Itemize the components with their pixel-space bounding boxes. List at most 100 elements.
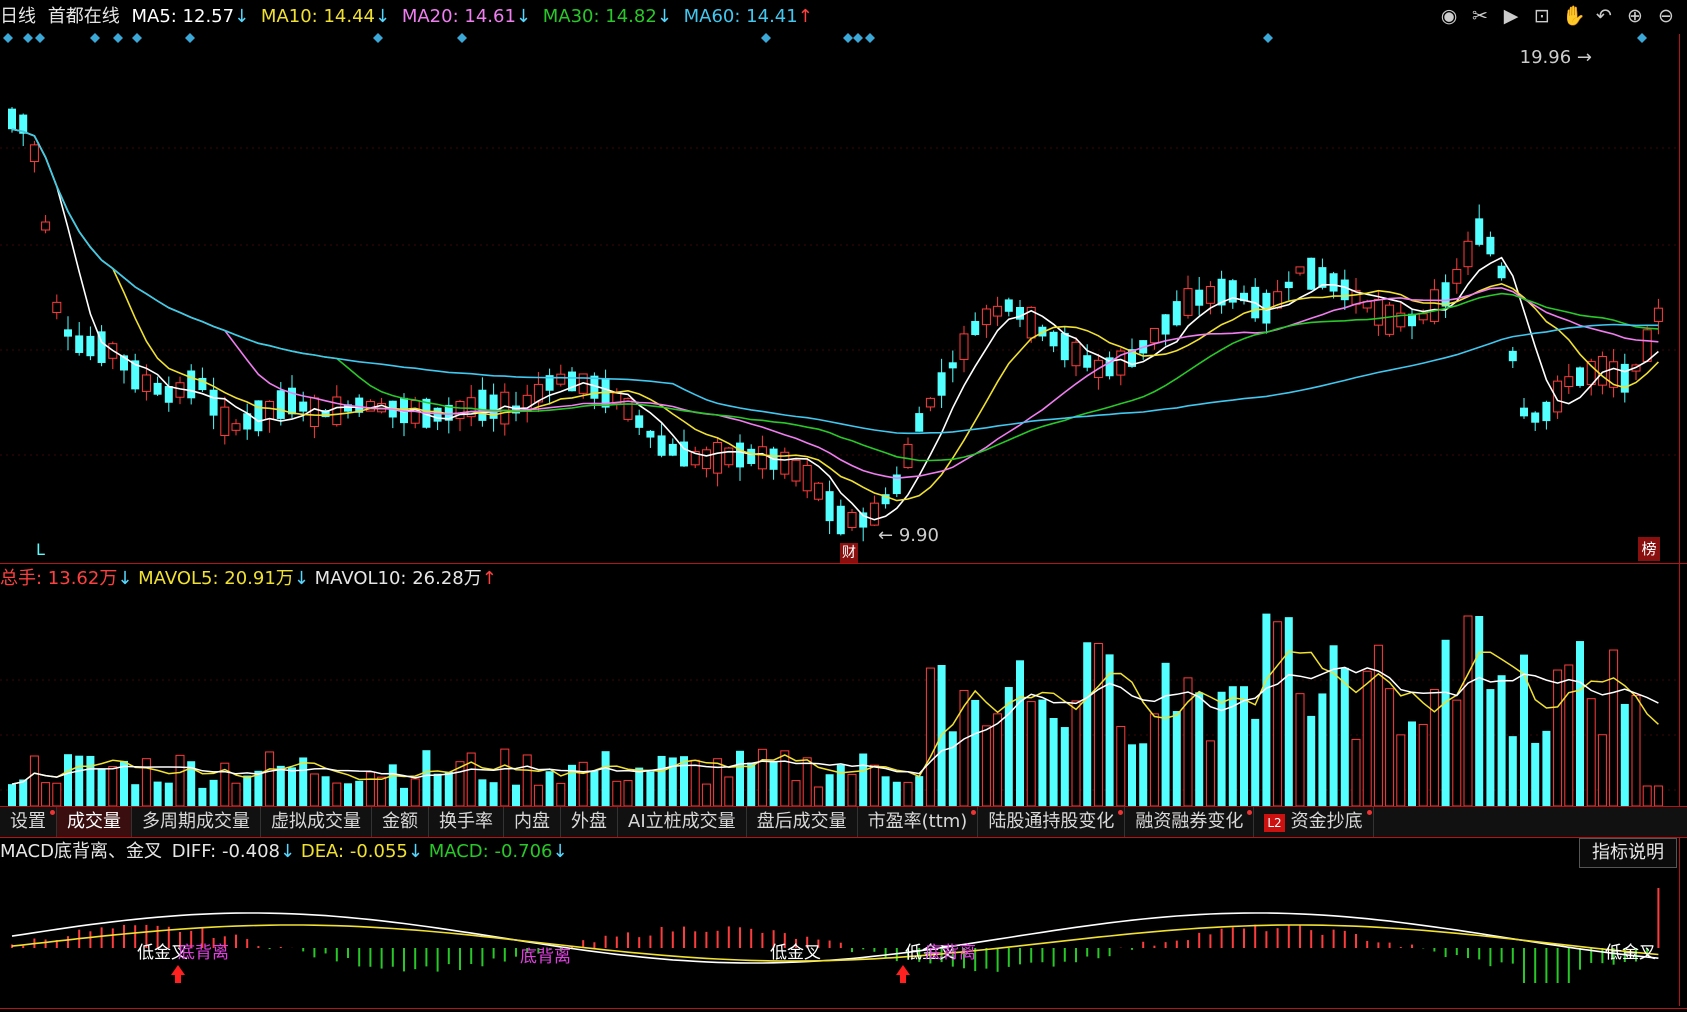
volume-bar xyxy=(321,776,330,806)
volume-bar xyxy=(299,757,308,806)
candle-body xyxy=(1373,298,1383,326)
volume-bar xyxy=(64,754,72,806)
indicator-tabs: 设置 成交量 多周期成交量 虚拟成交量 金额 换手率 内盘 外盘 AI立桩成交量 盘后成交量 市盈率… xyxy=(0,806,1687,838)
candle-body xyxy=(1083,355,1092,368)
candle-body xyxy=(1060,332,1069,361)
volume-bar xyxy=(1653,785,1663,807)
tab-label: AI立桩成交量 xyxy=(628,811,736,832)
volume-bar xyxy=(1161,662,1170,806)
volume-bar xyxy=(948,731,957,806)
volume-bar xyxy=(1016,660,1024,806)
volume-bar xyxy=(265,751,275,807)
event-diamond xyxy=(3,33,13,43)
candle-body xyxy=(791,459,801,482)
volume-bar xyxy=(1408,721,1416,806)
rank-marker[interactable]: 榜 xyxy=(1638,537,1660,561)
volume-bar xyxy=(276,765,285,806)
tab-label: 多周期成交量 xyxy=(142,811,250,832)
tab-item[interactable]: 设置 xyxy=(0,807,57,837)
volume-bar xyxy=(1318,693,1327,806)
volume-bar xyxy=(1564,664,1574,807)
total-volume-arrow: ↓ xyxy=(117,568,133,589)
tab-item[interactable]: 金额 xyxy=(372,807,429,837)
tab-item[interactable]: 多周期成交量 xyxy=(132,807,261,837)
volume-bar xyxy=(332,782,342,807)
tab-item[interactable]: 外盘 xyxy=(561,807,618,837)
candle-body xyxy=(153,382,162,395)
volume-bar xyxy=(623,780,633,807)
volume-bar xyxy=(1452,699,1462,807)
tab-item[interactable]: 融资融券变化 xyxy=(1125,807,1255,837)
tab-label: 陆股通持股变化 xyxy=(988,811,1115,832)
finance-marker[interactable]: 财 xyxy=(840,543,858,563)
right-border xyxy=(1679,34,1680,1006)
volume-bar xyxy=(97,769,106,806)
tab-label: 外盘 xyxy=(571,811,607,832)
volume-bar xyxy=(1362,670,1372,807)
high-price-label: 19.96 → xyxy=(1519,47,1592,68)
candle-body xyxy=(915,413,924,432)
volume-bar xyxy=(198,787,207,806)
tab-label: 资金抄底 xyxy=(1290,811,1363,832)
volume-bar xyxy=(1351,738,1361,807)
event-diamond xyxy=(373,33,383,43)
volume-bar xyxy=(433,773,442,806)
volume-bar xyxy=(1038,699,1047,806)
candle-body xyxy=(1463,240,1473,268)
volume-bar xyxy=(1093,643,1103,807)
candle-body xyxy=(646,430,655,438)
candle-body xyxy=(747,448,756,464)
volume-bar xyxy=(1060,727,1069,806)
tab-item[interactable]: 成交量 xyxy=(57,807,132,837)
volume-bar xyxy=(1586,698,1596,807)
volume-bar xyxy=(1251,718,1260,806)
volume-bar xyxy=(41,782,51,807)
tab-item[interactable]: 虚拟成交量 xyxy=(261,807,372,837)
volume-bar xyxy=(1631,695,1641,807)
candle-body xyxy=(825,491,834,522)
candle-body xyxy=(1295,266,1305,274)
L-marker: L xyxy=(36,540,45,559)
tab-item[interactable]: L2 资金抄底 xyxy=(1254,807,1374,837)
tab-item[interactable]: 内盘 xyxy=(504,807,561,837)
candle-body xyxy=(1149,327,1159,344)
signal-arrow xyxy=(171,965,185,983)
candle-body xyxy=(1307,257,1316,290)
candle-body xyxy=(724,447,734,466)
candle-body xyxy=(1564,376,1574,388)
tab-label: 市盈率(ttm) xyxy=(867,811,968,832)
volume-bar xyxy=(1262,613,1271,806)
candle-body xyxy=(813,482,823,500)
candle-body xyxy=(869,502,879,526)
tab-item[interactable]: AI立桩成交量 xyxy=(618,807,747,837)
tab-item[interactable]: 盘后成交量 xyxy=(747,807,858,837)
dea-value: DEA: -0.055 xyxy=(300,841,408,862)
tab-item[interactable]: 市盈率(ttm) xyxy=(858,807,979,837)
volume-bar xyxy=(1475,616,1484,806)
tab-label: 内盘 xyxy=(514,811,550,832)
event-diamond xyxy=(761,33,771,43)
price-panel-border xyxy=(0,563,1687,564)
volume-bar xyxy=(522,754,532,807)
candle-body xyxy=(971,320,980,336)
tab-item[interactable]: 换手率 xyxy=(429,807,504,837)
tab-label: 设置 xyxy=(10,811,46,832)
ma60-line xyxy=(11,128,1659,435)
macd-name: MACD底背离、金叉 xyxy=(0,841,162,862)
volume-bar xyxy=(1463,615,1473,807)
volume-bar xyxy=(141,758,151,807)
candle-body xyxy=(1452,269,1462,284)
indicator-help-button[interactable]: 指标说明 xyxy=(1579,838,1677,868)
volume-bar xyxy=(1273,621,1283,807)
tab-item[interactable]: 陆股通持股变化 xyxy=(978,807,1126,837)
volume-bar xyxy=(869,764,879,807)
volume-bar xyxy=(377,776,387,807)
candle-body xyxy=(299,401,308,412)
candle-body xyxy=(1520,407,1528,417)
volume-bar xyxy=(175,754,185,807)
tab-label: 盘后成交量 xyxy=(756,811,847,832)
volume-bar xyxy=(724,776,734,807)
candle-body xyxy=(713,441,723,474)
volume-bar xyxy=(1195,692,1204,806)
volume-bar xyxy=(75,755,84,806)
